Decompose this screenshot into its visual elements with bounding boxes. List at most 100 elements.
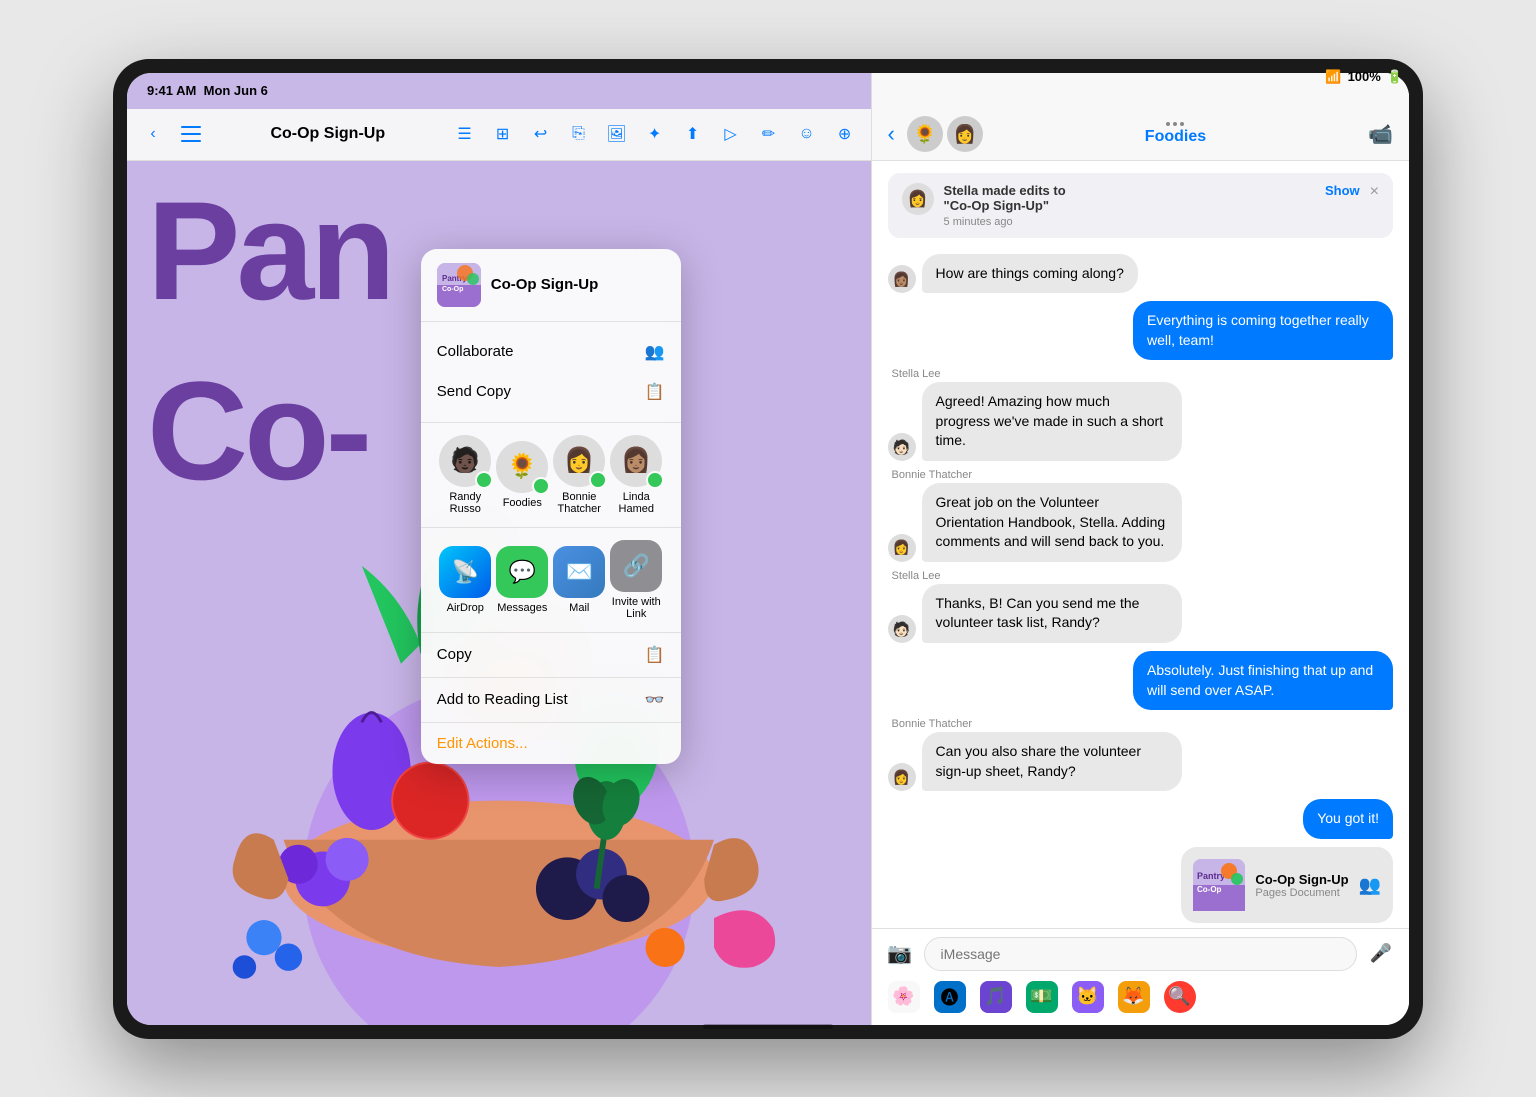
collaborate-option[interactable]: Collaborate 👥 (421, 332, 681, 372)
msg-received-2: Stella Lee 🧑🏻 Agreed! Amazing how much p… (888, 368, 1393, 461)
bubble-3: Great job on the Volunteer Orientation H… (922, 483, 1182, 562)
share-doc-name: Co-Op Sign-Up (491, 276, 598, 293)
date-label: Mon Jun 6 (204, 83, 268, 98)
randy-avatar: 🧑🏿 (439, 435, 491, 487)
link-share[interactable]: 🔗 Invite withLink (610, 540, 662, 620)
copy-label: Copy (437, 646, 472, 663)
msg-sent-3: You got it! (888, 799, 1393, 839)
msg-avatar-5: 👩 (888, 763, 916, 791)
camera-button[interactable]: 📷 (884, 938, 916, 970)
msg-avatar-2: 🧑🏻 (888, 433, 916, 461)
emoji-icon[interactable]: ☺ (793, 120, 821, 148)
mic-button[interactable]: 🎤 (1365, 938, 1397, 970)
share-icon[interactable]: ⬆ (679, 120, 707, 148)
ipad-screen: 9:41 AM Mon Jun 6 ‹ Co-Op Sign-Up (127, 73, 1409, 1025)
podcast-button[interactable]: 🎵 (980, 981, 1012, 1013)
cash-button[interactable]: 💵 (1026, 981, 1058, 1013)
app-bar: 🌸 🅐 🎵 💵 🐱 🦊 🔍 (884, 977, 1397, 1017)
shared-doc-card[interactable]: Pantry Co-Op Co-Op Sign-Up Pages Documen… (1181, 847, 1393, 923)
messages-app-icon: 💬 (496, 546, 548, 598)
input-row: 📷 🎤 (884, 937, 1397, 971)
msg-row-sent-3: You got it! (1303, 799, 1393, 839)
airdrop-icon: 📡 (439, 546, 491, 598)
bubble-5: Can you also share the volunteer sign-up… (922, 732, 1182, 791)
notif-text: Stella made edits to"Co-Op Sign-Up" 5 mi… (944, 183, 1315, 228)
play-icon[interactable]: ▷ (717, 120, 745, 148)
mail-label: Mail (569, 602, 589, 614)
video-call-button[interactable]: 📹 (1368, 122, 1393, 147)
people-icon: 👥 (645, 342, 665, 362)
pages-panel: 9:41 AM Mon Jun 6 ‹ Co-Op Sign-Up (127, 73, 871, 1025)
pen-icon[interactable]: ✏ (755, 120, 783, 148)
pages-status-bar: 9:41 AM Mon Jun 6 (127, 73, 558, 109)
msg-sent-2: Absolutely. Just finishing that up and w… (888, 651, 1393, 710)
notif-avatar: 👩 (902, 183, 934, 215)
bookmark-icon[interactable]: ⊕ (831, 120, 859, 148)
msg-row-1: 👩🏽 How are things coming along? (888, 254, 1138, 294)
media-icon[interactable]: 🖼 (603, 120, 631, 148)
messages-back-button[interactable]: ‹ (888, 121, 895, 147)
emoji-app-button[interactable]: 🌸 (888, 981, 920, 1013)
pages-toolbar: ‹ Co-Op Sign-Up ☰ ⊞ ↩ ⎘ 🖼 (127, 109, 871, 161)
imessage-input[interactable] (924, 937, 1357, 971)
link-icon: 🔗 (610, 540, 662, 592)
group-name-label[interactable]: Foodies (1145, 128, 1206, 146)
send-copy-option[interactable]: Send Copy 📋 (421, 372, 681, 412)
memoji-button[interactable]: 🐱 (1072, 981, 1104, 1013)
bonnie-name: BonnieThatcher (558, 491, 601, 515)
format-icon[interactable]: ☰ (451, 120, 479, 148)
airdrop-label: AirDrop (447, 602, 484, 614)
contact-foodies[interactable]: 🌻 Foodies (496, 441, 548, 509)
shared-doc-thumb: Pantry Co-Op (1193, 859, 1245, 911)
copy-action-icon: 📋 (645, 645, 665, 665)
contact-randy[interactable]: 🧑🏿 RandyRusso (439, 435, 491, 515)
share-sheet: Pantry Co-Op Co-Op Sign-Up (421, 249, 681, 764)
ipad-frame: 9:41 AM Mon Jun 6 ‹ Co-Op Sign-Up (113, 59, 1423, 1039)
contact-bonnie[interactable]: 👩 BonnieThatcher (553, 435, 605, 515)
msg-row-4: 🧑🏻 Thanks, B! Can you send me the volunt… (888, 584, 1182, 643)
linda-name: LindaHamed (619, 491, 654, 515)
svg-text:Pantry: Pantry (1197, 871, 1225, 881)
notification-close[interactable]: × (1370, 183, 1379, 201)
bubble-sent-3: You got it! (1303, 799, 1393, 839)
show-button[interactable]: Show (1325, 183, 1360, 198)
right-status-bar: 📶 100% 🔋 (873, 73, 1409, 95)
msg-avatar-3: 👩 (888, 534, 916, 562)
sidebar-toggle[interactable] (177, 120, 205, 148)
messages-list: 👩 Stella made edits to"Co-Op Sign-Up" 5 … (872, 161, 1409, 928)
time-label: 9:41 AM (147, 83, 196, 98)
undo-icon[interactable]: ↩ (527, 120, 555, 148)
back-button[interactable]: ‹ (139, 120, 167, 148)
share-options-section: Collaborate 👥 Send Copy 📋 (421, 322, 681, 423)
msg-row-sent-1: Everything is coming together really wel… (1133, 301, 1393, 360)
reading-list-label: Add to Reading List (437, 691, 568, 708)
star-icon[interactable]: ✦ (641, 120, 669, 148)
app-share-row: 📡 AirDrop 💬 Messages ✉️ Mail (421, 528, 681, 633)
share-doc-thumbnail: Pantry Co-Op (437, 263, 481, 307)
search-app-button[interactable]: 🔍 (1164, 981, 1196, 1013)
reading-list-icon: 👓 (645, 690, 665, 710)
edit-actions[interactable]: Edit Actions... (421, 723, 681, 764)
randy-badge (475, 471, 493, 489)
sender-stella-1: Stella Lee (888, 368, 945, 380)
messages-share[interactable]: 💬 Messages (496, 546, 548, 614)
doc-type: Pages Document (1255, 887, 1348, 899)
contact-linda[interactable]: 👩🏽 LindaHamed (610, 435, 662, 515)
copy-action[interactable]: Copy 📋 (421, 633, 681, 678)
bubble-sent-2: Absolutely. Just finishing that up and w… (1133, 651, 1393, 710)
table-icon[interactable]: ⊞ (489, 120, 517, 148)
foodies-name: Foodies (503, 497, 542, 509)
reading-list-action[interactable]: Add to Reading List 👓 (421, 678, 681, 723)
copy-doc-icon: 📋 (645, 382, 665, 402)
shared-doc-row: Pantry Co-Op Co-Op Sign-Up Pages Documen… (1181, 847, 1393, 923)
screen-content: 9:41 AM Mon Jun 6 ‹ Co-Op Sign-Up (127, 73, 1409, 1025)
copy-icon[interactable]: ⎘ (565, 120, 593, 148)
bonnie-avatar: 👩 (553, 435, 605, 487)
mail-share[interactable]: ✉️ Mail (553, 546, 605, 614)
appstore-button[interactable]: 🅐 (934, 981, 966, 1013)
collaborate-label: Collaborate (437, 343, 514, 360)
airdrop-share[interactable]: 📡 AirDrop (439, 546, 491, 614)
sender-stella-2: Stella Lee (888, 570, 945, 582)
battery-label: 100% (1348, 73, 1381, 85)
gif-button[interactable]: 🦊 (1118, 981, 1150, 1013)
